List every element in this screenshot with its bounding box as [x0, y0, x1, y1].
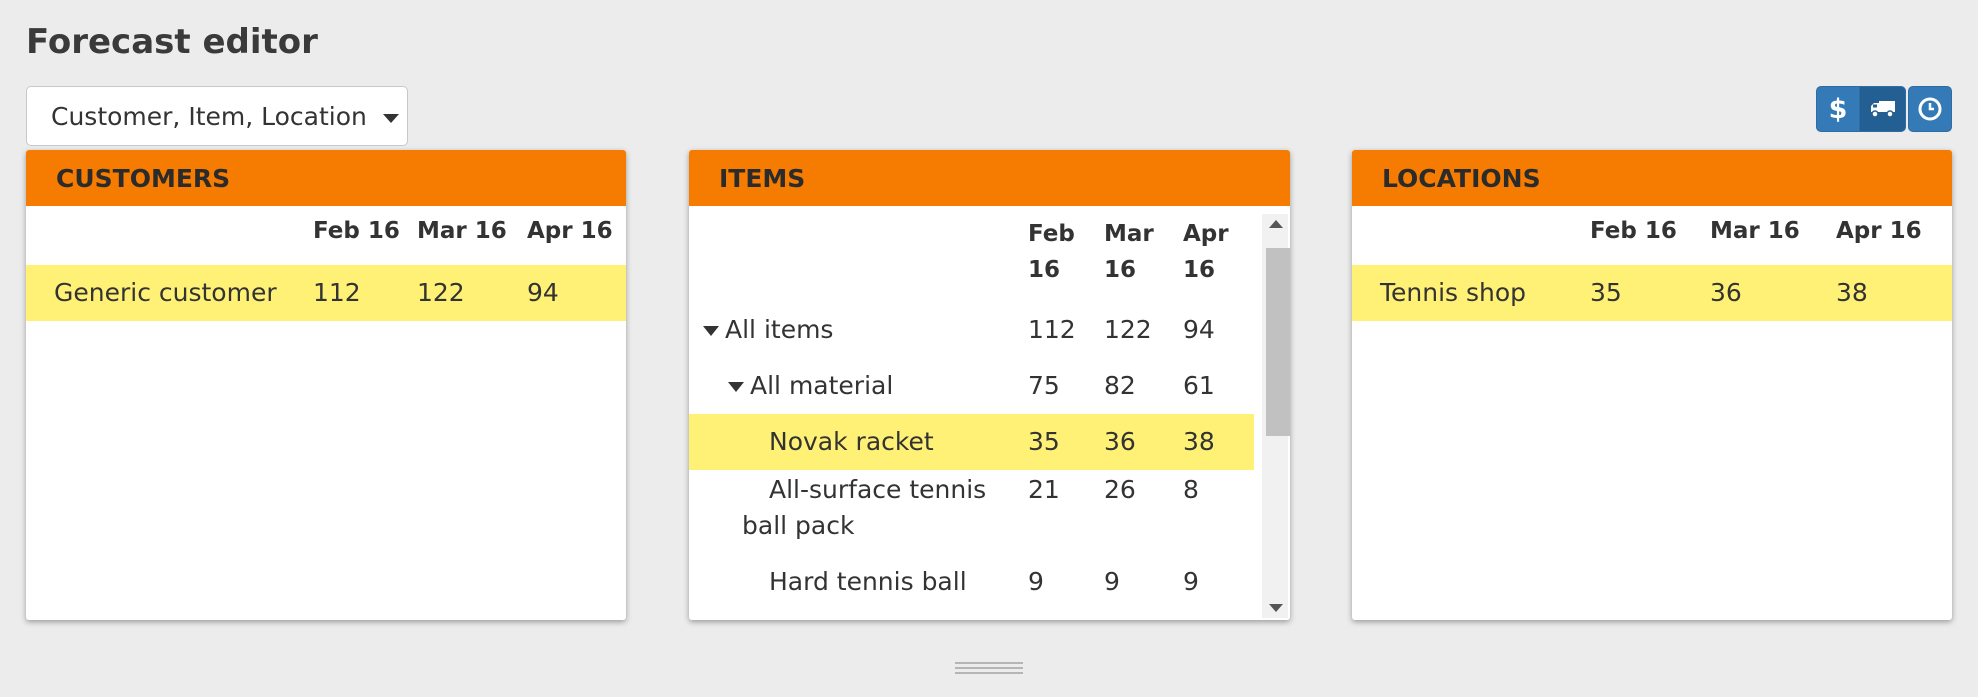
scrollbar-thumb[interactable] — [1266, 248, 1290, 436]
history-button[interactable] — [1908, 86, 1952, 132]
money-button[interactable]: $ — [1816, 86, 1860, 132]
row-value[interactable]: 112 — [1028, 302, 1076, 358]
row-value[interactable]: 94 — [1183, 302, 1215, 358]
row-value[interactable]: 38 — [1836, 265, 1868, 321]
items-scrollbar[interactable] — [1262, 214, 1290, 618]
table-row[interactable]: Hard tennis ball 9 9 9 — [689, 564, 1254, 620]
row-name: Generic customer — [54, 278, 277, 307]
row-value[interactable]: 35 — [1590, 265, 1622, 321]
measure-toolbar: $ — [1816, 86, 1952, 132]
items-table: Feb 16 Mar 16 Apr 16 All items 112 122 94 A… — [689, 206, 1290, 620]
customers-table: Feb 16 Mar 16 Apr 16 Generic customer 11… — [26, 206, 626, 620]
table-row[interactable]: All-surface tennis ball pack 21 26 8 — [689, 472, 1254, 560]
table-row[interactable]: All material 75 82 61 — [689, 358, 1254, 414]
row-value[interactable]: 94 — [527, 265, 559, 321]
expand-caret-icon[interactable] — [728, 382, 744, 392]
row-value[interactable]: 122 — [417, 265, 465, 321]
resize-handle-icon[interactable] — [955, 662, 1023, 677]
items-table-header: Feb 16 Mar 16 Apr 16 — [689, 216, 1290, 292]
row-value[interactable]: 122 — [1104, 302, 1152, 358]
row-value[interactable]: 38 — [1183, 414, 1215, 470]
customers-panel: CUSTOMERS Feb 16 Mar 16 Apr 16 Generic c… — [26, 150, 626, 620]
truck-icon — [1870, 101, 1895, 118]
row-value[interactable]: 75 — [1028, 358, 1060, 414]
column-header: Feb 16 — [1590, 218, 1677, 244]
row-value[interactable]: 8 — [1183, 472, 1199, 508]
row-value[interactable]: 21 — [1028, 472, 1060, 508]
items-panel-header: ITEMS — [689, 150, 1290, 206]
dimension-dropdown-value: Customer, Item, Location — [51, 101, 367, 131]
row-value[interactable]: 9 — [1104, 564, 1120, 600]
column-header: Apr 16 — [1836, 218, 1922, 244]
table-row[interactable]: All items 112 122 94 — [689, 302, 1254, 358]
row-value[interactable]: 9 — [1183, 564, 1199, 600]
row-value[interactable]: 36 — [1710, 265, 1742, 321]
row-name: All items — [725, 315, 834, 344]
items-panel: ITEMS Feb 16 Mar 16 Apr 16 All items 112 12… — [689, 150, 1290, 620]
page-title: Forecast editor — [26, 22, 318, 62]
row-value[interactable]: 9 — [1028, 564, 1044, 600]
column-header: Feb 16 — [1028, 221, 1075, 283]
row-value[interactable]: 36 — [1104, 414, 1136, 470]
row-name: All material — [750, 371, 894, 400]
row-value[interactable]: 112 — [313, 265, 361, 321]
row-name-continued: ball pack — [742, 511, 855, 540]
column-header: Mar 16 — [417, 218, 507, 244]
row-name: Novak racket — [769, 427, 934, 456]
dimension-dropdown[interactable]: Customer, Item, Location — [26, 86, 408, 146]
column-header: Apr 16 — [527, 218, 613, 244]
column-header: Mar 16 — [1104, 221, 1154, 283]
column-header: Feb 16 — [313, 218, 400, 244]
row-name: All-surface tennis — [769, 475, 987, 504]
scroll-down-arrow-icon[interactable] — [1269, 604, 1283, 612]
dollar-icon: $ — [1828, 93, 1848, 125]
caret-down-icon — [382, 113, 399, 123]
clock-icon — [1918, 97, 1942, 121]
table-row[interactable]: Novak racket 35 36 38 — [689, 414, 1254, 470]
row-value[interactable]: 26 — [1104, 472, 1136, 508]
locations-panel: LOCATIONS Feb 16 Mar 16 Apr 16 Tennis sh… — [1352, 150, 1952, 620]
expand-caret-icon[interactable] — [703, 326, 719, 336]
row-value[interactable]: 82 — [1104, 358, 1136, 414]
row-name: Hard tennis ball — [769, 567, 967, 596]
table-row[interactable]: Generic customer 112 122 94 — [26, 265, 626, 321]
locations-table: Feb 16 Mar 16 Apr 16 Tennis shop 35 36 3… — [1352, 206, 1952, 620]
row-value[interactable]: 35 — [1028, 414, 1060, 470]
customers-table-header: Feb 16 Mar 16 Apr 16 — [26, 218, 626, 258]
locations-table-header: Feb 16 Mar 16 Apr 16 — [1352, 218, 1952, 258]
column-header: Apr 16 — [1183, 221, 1229, 283]
column-header: Mar 16 — [1710, 218, 1800, 244]
customers-panel-header: CUSTOMERS — [26, 150, 626, 206]
scroll-up-arrow-icon[interactable] — [1269, 220, 1283, 228]
row-value[interactable]: 61 — [1183, 358, 1215, 414]
locations-panel-header: LOCATIONS — [1352, 150, 1952, 206]
table-row[interactable]: Tennis shop 35 36 38 — [1352, 265, 1952, 321]
row-name: Tennis shop — [1380, 278, 1527, 307]
units-button[interactable] — [1860, 86, 1906, 132]
